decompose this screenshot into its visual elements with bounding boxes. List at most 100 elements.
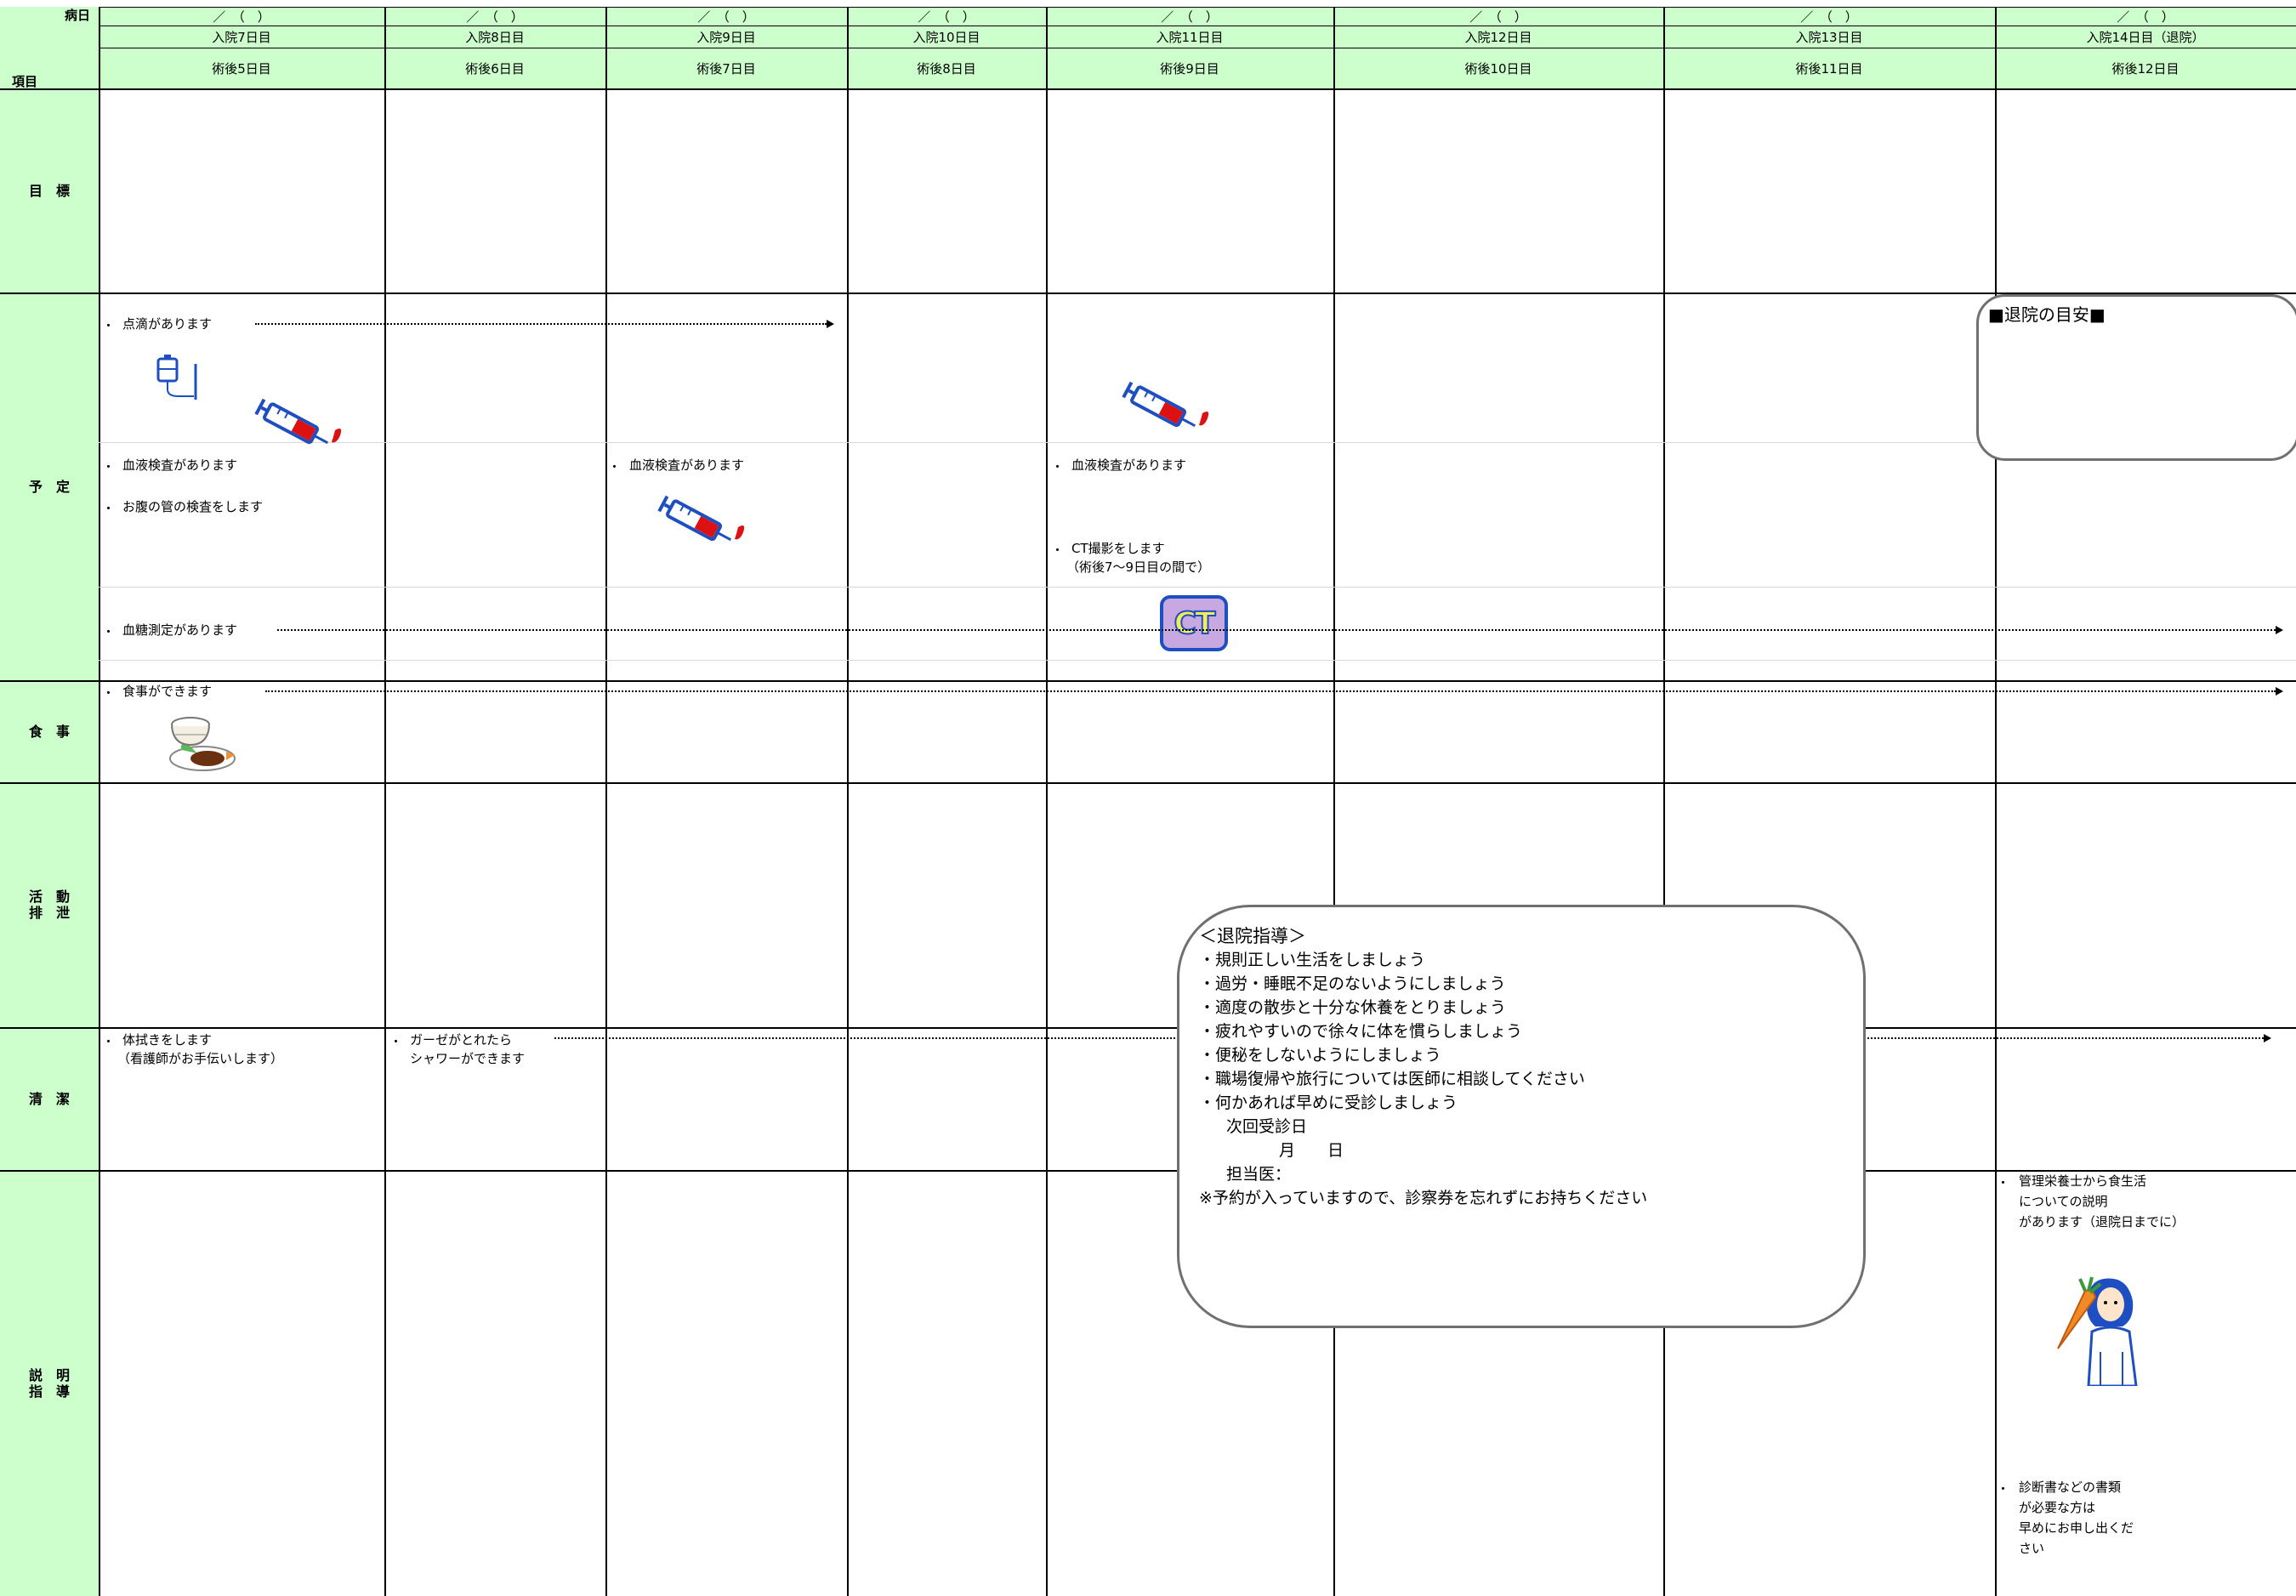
drip-dotted-line bbox=[255, 323, 827, 325]
header-postop-day: 術後9日目 bbox=[1046, 48, 1333, 88]
bullet: ・ bbox=[1997, 1175, 2010, 1190]
header-admission-day: 入院9日目 bbox=[605, 26, 847, 48]
meal-text: 食事ができます bbox=[122, 684, 213, 699]
nutrition-text-line2: についての説明 bbox=[2019, 1194, 2108, 1209]
header-admission-day: 入院7日目 bbox=[99, 26, 384, 48]
header-admission-day: 入院8日目 bbox=[384, 26, 605, 48]
row-label-activity-text2: 排 泄 bbox=[28, 905, 70, 921]
row-label-meal-text: 食 事 bbox=[28, 723, 70, 740]
blood-test-3-text: 血液検査があります bbox=[629, 457, 745, 473]
grid-subline bbox=[99, 587, 2296, 588]
guidance-item: ・過労・睡眠不足のないようにしましょう bbox=[1199, 974, 1506, 993]
header-postop-day: 術後7日目 bbox=[605, 48, 847, 88]
header-postop-day: 術後8日目 bbox=[847, 48, 1046, 88]
blood-sugar-text: 血糖測定があります bbox=[122, 622, 238, 638]
ct-text-line1: CT撮影をします bbox=[1071, 541, 1165, 556]
nutritionist-icon bbox=[2057, 1276, 2138, 1386]
guidance-doctor: 担当医： bbox=[1226, 1165, 1292, 1184]
header-date-cell: ／ （ ） bbox=[847, 7, 1046, 26]
grid-subline bbox=[99, 660, 2296, 661]
header-postop-day: 術後11日目 bbox=[1663, 48, 1995, 88]
grid-vline bbox=[1333, 7, 1335, 1596]
bullet: ・ bbox=[102, 501, 116, 516]
bullet: ・ bbox=[1051, 542, 1065, 558]
header-admission-day: 入院11日目 bbox=[1046, 26, 1333, 48]
shower-arrow-head bbox=[2264, 1034, 2271, 1042]
meal-icon bbox=[169, 717, 236, 771]
docs-text-line2: が必要な方は bbox=[2019, 1500, 2096, 1515]
meal-arrow-head bbox=[2276, 687, 2283, 696]
discharge-guidance-content: ＜退院指導＞ ・規則正しい生活をしましょう ・過労・睡眠不足のないようにしましょ… bbox=[1199, 924, 1647, 1210]
guidance-item: ・便秘をしないようにしましょう bbox=[1199, 1046, 1441, 1065]
guidance-item: ・規則正しい生活をしましょう bbox=[1199, 951, 1426, 969]
corner-label-day: 病日 bbox=[65, 8, 91, 23]
nutrition-text-line1: 管理栄養士から食生活 bbox=[2019, 1173, 2147, 1189]
guidance-item: ・疲れやすいので徐々に体を慣らしましょう bbox=[1199, 1022, 1523, 1041]
row-label-goal-text: 目 標 bbox=[28, 182, 70, 199]
docs-text-line3: 早めにお申し出くだ bbox=[2019, 1520, 2134, 1536]
bullet: ・ bbox=[102, 685, 116, 701]
bullet: ・ bbox=[102, 624, 116, 639]
header-date-cell: ／ （ ） bbox=[1663, 7, 1995, 26]
blood-test-1-text: 血液検査があります bbox=[122, 457, 238, 473]
grid-vline bbox=[1663, 7, 1665, 1596]
row-label-explanation-text1: 説 明 bbox=[28, 1366, 70, 1383]
grid-vline bbox=[1046, 7, 1048, 1596]
blood-sugar-arrow-head bbox=[2276, 626, 2283, 634]
row-label-hygiene-text: 清 潔 bbox=[28, 1090, 70, 1107]
bullet: ・ bbox=[102, 1034, 116, 1049]
grid-hline bbox=[99, 7, 2296, 8]
header-admission-day: 入院13日目 bbox=[1663, 26, 1995, 48]
grid-hline bbox=[0, 782, 2296, 784]
grid-hline bbox=[0, 88, 2296, 90]
tube-test-text: お腹の管の検査をします bbox=[122, 499, 264, 514]
docs-text-line1: 診断書などの書類 bbox=[2019, 1480, 2122, 1495]
guidance-note: ※予約が入っていますので、診察券を忘れずにお持ちください bbox=[1199, 1189, 1648, 1207]
clinical-pathway-sheet: 病日 項目 ／ （ ）入院7日目 術後5日目／ （ ）入院8日目 術後6日目／ （ … bbox=[0, 0, 2296, 1596]
ct-icon-label: CT bbox=[1174, 605, 1217, 642]
syringe-icon bbox=[657, 495, 745, 542]
row-label-activity: 活 動 排 泄 bbox=[0, 782, 99, 1027]
bullet: ・ bbox=[1997, 1481, 2010, 1497]
grid-hline bbox=[0, 1027, 2296, 1029]
grid-vline bbox=[99, 7, 100, 1596]
grid-vline bbox=[605, 7, 607, 1596]
guidance-next-visit: 次回受診日 bbox=[1226, 1117, 1308, 1136]
guidance-title: ＜退院指導＞ bbox=[1199, 926, 1306, 946]
guidance-item: ・職場復帰や旅行については医師に相談してください bbox=[1199, 1070, 1585, 1088]
row-label-schedule-text: 予 定 bbox=[28, 478, 70, 495]
ct-text-line2: （術後7～9日目の間で） bbox=[1066, 559, 1211, 575]
guidance-item: ・何かあれば早めに受診しましょう bbox=[1199, 1093, 1458, 1112]
bullet: ・ bbox=[608, 459, 622, 474]
header-date-cell: ／ （ ） bbox=[1333, 7, 1663, 26]
bullet: ・ bbox=[102, 318, 116, 333]
drip-text: 点滴があります bbox=[122, 316, 213, 332]
header-date-cell: ／ （ ） bbox=[1995, 7, 2296, 26]
header-date-cell: ／ （ ） bbox=[1046, 7, 1333, 26]
bullet: ・ bbox=[102, 459, 116, 474]
docs-text-line4: さい bbox=[2019, 1541, 2045, 1556]
bullet: ・ bbox=[389, 1034, 403, 1049]
grid-subline bbox=[99, 442, 2296, 443]
header-admission-day: 入院12日目 bbox=[1333, 26, 1663, 48]
grid-hline bbox=[0, 1170, 2296, 1172]
syringe-icon bbox=[254, 398, 342, 445]
wipe-text-line1: 体拭きをします bbox=[122, 1032, 213, 1048]
header-postop-day: 術後5日目 bbox=[99, 48, 384, 88]
iv-drip-icon bbox=[156, 355, 197, 400]
grid-hline bbox=[0, 680, 2296, 682]
wipe-text-line2: （看護師がお手伝いします） bbox=[117, 1051, 284, 1066]
row-label-activity-text1: 活 動 bbox=[28, 889, 70, 905]
header-admission-day: 入院10日目 bbox=[847, 26, 1046, 48]
grid-hline bbox=[0, 293, 2296, 294]
header-admission-day: 入院14日目（退院） bbox=[1995, 26, 2296, 48]
header-date-cell: ／ （ ） bbox=[99, 7, 384, 26]
drip-arrow-head bbox=[827, 320, 834, 328]
row-label-schedule: 予 定 bbox=[0, 293, 99, 680]
shower-text-line2: シャワーができます bbox=[410, 1051, 526, 1066]
blood-test-5-text: 血液検査があります bbox=[1071, 457, 1187, 473]
row-label-goal: 目 標 bbox=[0, 88, 99, 293]
syringe-icon bbox=[1122, 381, 1209, 428]
grid-vline bbox=[384, 7, 386, 1596]
row-label-explanation-text2: 指 導 bbox=[28, 1383, 70, 1400]
